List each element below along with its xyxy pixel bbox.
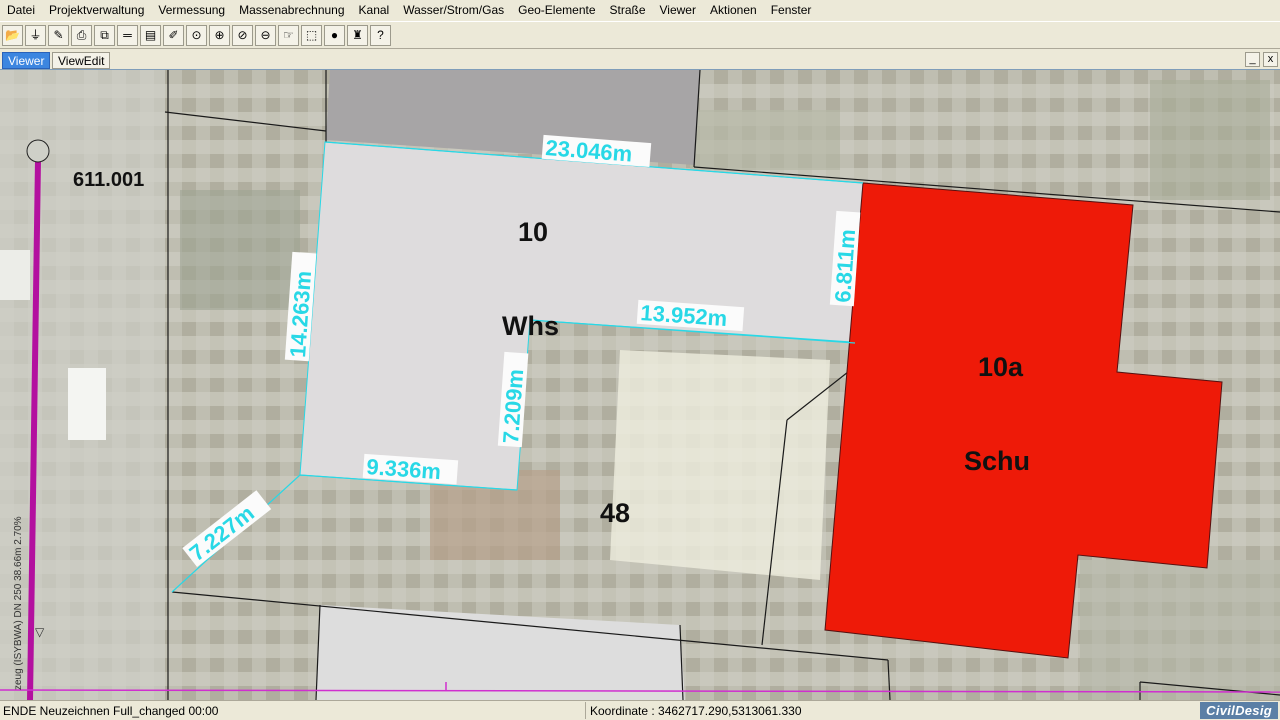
map-canvas[interactable]: ▽ zeug (ISYBWA) DN 250 38.66m 2.70% 611.… [0, 70, 1280, 700]
flow-direction-icon: ▽ [35, 625, 45, 639]
edit-button[interactable]: ✐ [163, 24, 184, 46]
zoom-out-icon: ⊖ [260, 28, 271, 42]
menu-item-wasser-strom-gas[interactable]: Wasser/Strom/Gas [396, 0, 511, 20]
menu-item-massenabrechnung[interactable]: Massenabrechnung [232, 0, 351, 20]
table-icon: ▤ [144, 28, 157, 42]
civildesign-logo: CivilDesig [1200, 702, 1278, 719]
tab-viewer[interactable]: Viewer [2, 52, 51, 69]
tab-viewedit[interactable]: ViewEdit [52, 52, 111, 69]
open-folder-button[interactable]: 📂 [2, 24, 23, 46]
help-icon: ? [377, 28, 384, 42]
aerial-patch-bottom-right [1080, 560, 1280, 700]
menu-item-kanal[interactable]: Kanal [352, 0, 397, 20]
menu-item-projektverwaltung[interactable]: Projektverwaltung [42, 0, 151, 20]
status-message: ENDE Neuzeichnen Full_changed 00:00 [3, 704, 219, 718]
aerial-roof-light [610, 350, 830, 580]
house-number-10: 10 [518, 217, 548, 247]
select-button[interactable]: ⬚ [301, 24, 322, 46]
highlight-button[interactable]: ● [324, 24, 345, 46]
tool-icon: ♜ [352, 28, 363, 42]
aerial-patch-green [180, 190, 300, 310]
table-button[interactable]: ▤ [140, 24, 161, 46]
measure-icon: ═ [123, 28, 132, 42]
print-icon: ⎙ [76, 28, 87, 42]
tool-button[interactable]: ♜ [347, 24, 368, 46]
edit-icon: ✐ [168, 28, 179, 42]
zoom-in-button[interactable]: ⊕ [209, 24, 230, 46]
layer-settings-icon: ✎ [53, 28, 64, 42]
map-viewer[interactable]: ▽ zeug (ISYBWA) DN 250 38.66m 2.70% 611.… [0, 70, 1280, 700]
menu-item-aktionen[interactable]: Aktionen [703, 0, 764, 20]
menu-item-straße[interactable]: Straße [603, 0, 653, 20]
status-bar: ENDE Neuzeichnen Full_changed 00:00 Koor… [0, 700, 1280, 720]
layer-settings-button[interactable]: ✎ [48, 24, 69, 46]
zoom-button[interactable]: ⊙ [186, 24, 207, 46]
house-number-48: 48 [600, 498, 630, 528]
menu-item-viewer[interactable]: Viewer [653, 0, 703, 20]
zoom-icon: ⊙ [191, 28, 202, 42]
menu-item-fenster[interactable]: Fenster [764, 0, 819, 20]
building-label-whs: Whs [502, 311, 559, 341]
status-divider [585, 702, 586, 719]
menu-item-geo-elemente[interactable]: Geo-Elemente [511, 0, 602, 20]
pan-icon: ☞ [283, 28, 294, 42]
building-label-schu: Schu [964, 446, 1030, 476]
copy-button[interactable]: ⧉ [94, 24, 115, 46]
open-folder-icon: 📂 [5, 28, 20, 42]
menu-bar: Datei Projektverwaltung Vermessung Massenab… [0, 0, 1280, 20]
close-button[interactable]: x [1263, 52, 1278, 67]
pan-button[interactable]: ☞ [278, 24, 299, 46]
zoom-out-button[interactable]: ⊖ [255, 24, 276, 46]
house-number-10a: 10a [978, 352, 1024, 382]
copy-icon: ⧉ [100, 28, 109, 42]
aerial-patch-light [0, 250, 30, 300]
tab-bar: Viewer ViewEdit [0, 50, 1280, 70]
help-button[interactable]: ? [370, 24, 391, 46]
zoom-in-icon: ⊕ [214, 28, 225, 42]
select-icon: ⬚ [305, 28, 318, 42]
svg-text:9.336m: 9.336m [366, 454, 442, 484]
filter-icon: ⏚ [29, 28, 42, 42]
aerial-patch-green-3 [690, 110, 840, 170]
minimize-button[interactable]: _ [1245, 52, 1260, 67]
parcel-number: 611.001 [73, 169, 144, 191]
coordinate-readout: Koordinate : 3462717.290,5313061.330 [590, 704, 802, 718]
zoom-window-button[interactable]: ⊘ [232, 24, 253, 46]
menu-item-vermessung[interactable]: Vermessung [151, 0, 232, 20]
pipe-label: zeug (ISYBWA) DN 250 38.66m 2.70% [13, 516, 24, 690]
toolbar: 📂 ⏚ ✎ ⎙ ⧉ ═ ▤ ✐ ⊙ ⊕ ⊘ ⊖ ☞ ⬚ ● ♜? [0, 21, 1280, 49]
zoom-window-icon: ⊘ [237, 28, 248, 42]
menu-item-datei[interactable]: Datei [0, 0, 42, 20]
measure-button[interactable]: ═ [117, 24, 138, 46]
manhole-icon[interactable] [26, 139, 50, 163]
svg-text:6.811m: 6.811m [830, 228, 860, 303]
svg-text:7.209m: 7.209m [498, 368, 528, 444]
aerial-patch-white [68, 368, 106, 440]
highlight-icon: ● [330, 28, 339, 42]
print-button[interactable]: ⎙ [71, 24, 92, 46]
aerial-patch-green-2 [1150, 80, 1270, 200]
filter-button[interactable]: ⏚ [25, 24, 46, 46]
